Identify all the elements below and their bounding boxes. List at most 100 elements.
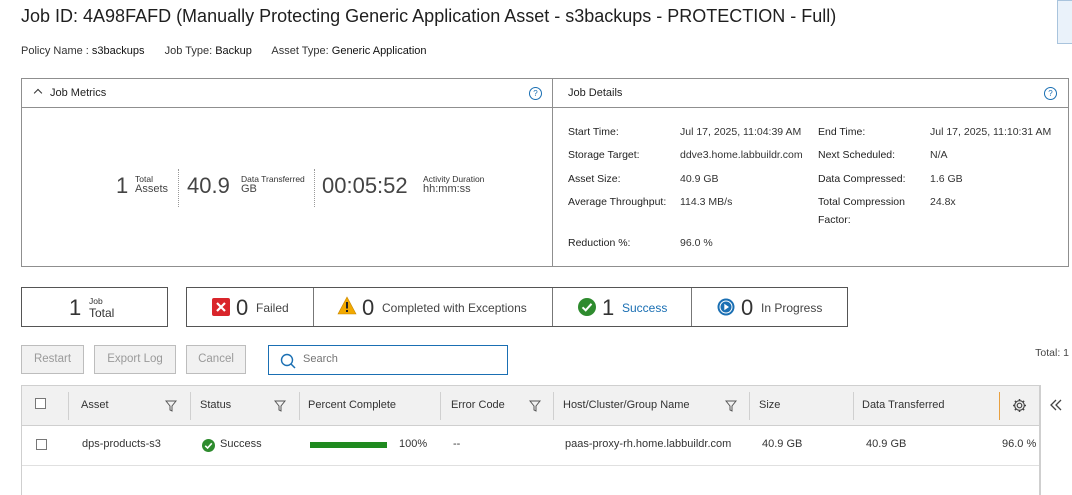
in-progress-label: In Progress: [761, 301, 823, 315]
total-assets-value: 1: [116, 173, 129, 198]
restart-button[interactable]: Restart: [21, 345, 84, 374]
row-checkbox[interactable]: [36, 439, 47, 450]
failed-icon: [212, 298, 230, 316]
total-compression-value: 24.8x: [930, 196, 956, 208]
metric-separator: [314, 169, 315, 207]
status-in-progress[interactable]: 0 In Progress: [692, 288, 847, 326]
avg-throughput-value: 114.3 MB/s: [680, 196, 733, 208]
job-total-top: Job: [89, 296, 103, 306]
search-box[interactable]: [268, 345, 508, 375]
progress-fill: [310, 442, 387, 448]
column-header-error-code[interactable]: Error Code: [451, 399, 505, 411]
percent-cell: 100%: [399, 438, 428, 450]
policy-name-label: Policy Name :: [21, 45, 89, 57]
storage-target-label: Storage Target:: [568, 149, 640, 161]
double-chevron-left-icon[interactable]: [1049, 398, 1063, 412]
reduction-value: 96.0 %: [680, 237, 713, 249]
storage-target-value: ddve3.home.labbuildr.com: [680, 149, 803, 161]
asset-size-label: Asset Size:: [568, 173, 621, 185]
column-header-size[interactable]: Size: [759, 399, 780, 411]
column-divider: [749, 392, 750, 420]
job-metrics-title: Job Metrics: [50, 87, 107, 99]
asset-size-value: 40.9 GB: [680, 173, 719, 185]
warning-icon: [337, 296, 357, 315]
column-header-asset[interactable]: Asset: [81, 399, 109, 411]
job-total-label: Total: [89, 306, 115, 320]
status-failed[interactable]: 0 Failed: [187, 288, 313, 326]
filter-icon[interactable]: [725, 400, 737, 412]
column-divider: [299, 392, 300, 420]
job-total-card: 1 Job Total: [21, 287, 168, 327]
help-icon[interactable]: ?: [1044, 87, 1057, 100]
column-divider: [553, 392, 554, 420]
export-log-button[interactable]: Export Log: [94, 345, 176, 374]
exceptions-count: 0: [362, 295, 375, 320]
column-header-data-transferred[interactable]: Data Transferred: [862, 399, 945, 411]
host-cell: paas-proxy-rh.home.labbuildr.com: [565, 438, 732, 450]
policy-name-value: s3backups: [91, 45, 145, 57]
total-count: Total: 1: [1035, 347, 1069, 359]
table-header: Asset Status Percent Complete Error Code…: [22, 386, 1039, 426]
panel-divider: [552, 79, 553, 266]
job-type-value: Backup: [215, 45, 252, 57]
asset-type-label: Asset Type:: [271, 45, 329, 57]
job-total-value: 1: [69, 295, 82, 320]
exceptions-label: Completed with Exceptions: [382, 301, 527, 315]
job-meta: Policy Name : s3backups Job Type: Backup…: [21, 45, 427, 57]
filter-icon[interactable]: [529, 400, 541, 412]
filter-icon[interactable]: [274, 400, 286, 412]
metric-separator: [178, 169, 179, 207]
success-count: 1: [602, 295, 615, 320]
total-compression-label: Total Compression: [818, 196, 905, 208]
reduction-cell: 96.0 %: [1002, 438, 1037, 450]
success-check-icon: [578, 298, 596, 316]
feedback-tab[interactable]: [1057, 0, 1072, 44]
start-time-value: Jul 17, 2025, 11:04:39 AM: [680, 126, 802, 138]
column-divider: [190, 392, 191, 420]
failed-label: Failed: [256, 301, 289, 315]
select-all-checkbox[interactable]: [35, 398, 46, 409]
details-side-panel: [1040, 385, 1072, 495]
page-title: Job ID: 4A98FAFD (Manually Protecting Ge…: [21, 6, 837, 26]
search-input[interactable]: [301, 352, 505, 366]
status-success[interactable]: 1 Success: [553, 288, 691, 326]
activity-duration-value: 00:05:52: [322, 173, 408, 198]
data-transferred-value: 40.9: [187, 173, 230, 198]
column-header-status[interactable]: Status: [200, 399, 231, 411]
help-icon[interactable]: ?: [529, 87, 542, 100]
status-exceptions[interactable]: 0 Completed with Exceptions: [314, 288, 552, 326]
column-divider: [853, 392, 854, 420]
assets-table: Asset Status Percent Complete Error Code…: [21, 385, 1040, 495]
search-icon: [280, 353, 296, 369]
column-header-host[interactable]: Host/Cluster/Group Name: [563, 399, 690, 411]
error-code-cell: --: [453, 438, 461, 450]
column-resize-handle[interactable]: [999, 392, 1000, 420]
failed-count: 0: [236, 295, 249, 320]
asset-name-cell[interactable]: dps-products-s3: [82, 438, 161, 450]
activity-duration-unit: hh:mm:ss: [423, 183, 471, 195]
avg-throughput-label: Average Throughput:: [568, 196, 667, 208]
success-label[interactable]: Success: [622, 301, 667, 315]
cancel-button[interactable]: Cancel: [186, 345, 246, 374]
size-cell: 40.9 GB: [762, 438, 803, 450]
next-scheduled-value: N/A: [930, 149, 948, 161]
job-info-panel: Job Metrics ? Job Details ? 1 Total Asse…: [21, 78, 1069, 267]
table-row[interactable]: dps-products-s3 Success 100% -- paas-pro…: [22, 426, 1039, 466]
panel-header: Job Metrics ? Job Details ?: [22, 79, 1068, 108]
end-time-label: End Time:: [818, 126, 866, 138]
data-transferred-cell: 40.9 GB: [866, 438, 907, 450]
status-cell: Success: [220, 438, 262, 450]
column-divider: [68, 392, 69, 420]
reduction-label: Reduction %:: [568, 237, 631, 249]
data-compressed-value: 1.6 GB: [930, 173, 963, 185]
end-time-value: Jul 17, 2025, 11:10:31 AM: [930, 126, 1052, 138]
in-progress-count: 0: [741, 295, 754, 320]
data-compressed-label: Data Compressed:: [818, 173, 906, 185]
next-scheduled-label: Next Scheduled:: [818, 149, 896, 161]
chevron-up-icon[interactable]: [33, 88, 43, 98]
data-transferred-unit: GB: [241, 183, 257, 195]
column-divider: [440, 392, 441, 420]
filter-icon[interactable]: [165, 400, 177, 412]
column-header-percent[interactable]: Percent Complete: [308, 399, 396, 411]
gear-icon[interactable]: [1012, 398, 1027, 413]
